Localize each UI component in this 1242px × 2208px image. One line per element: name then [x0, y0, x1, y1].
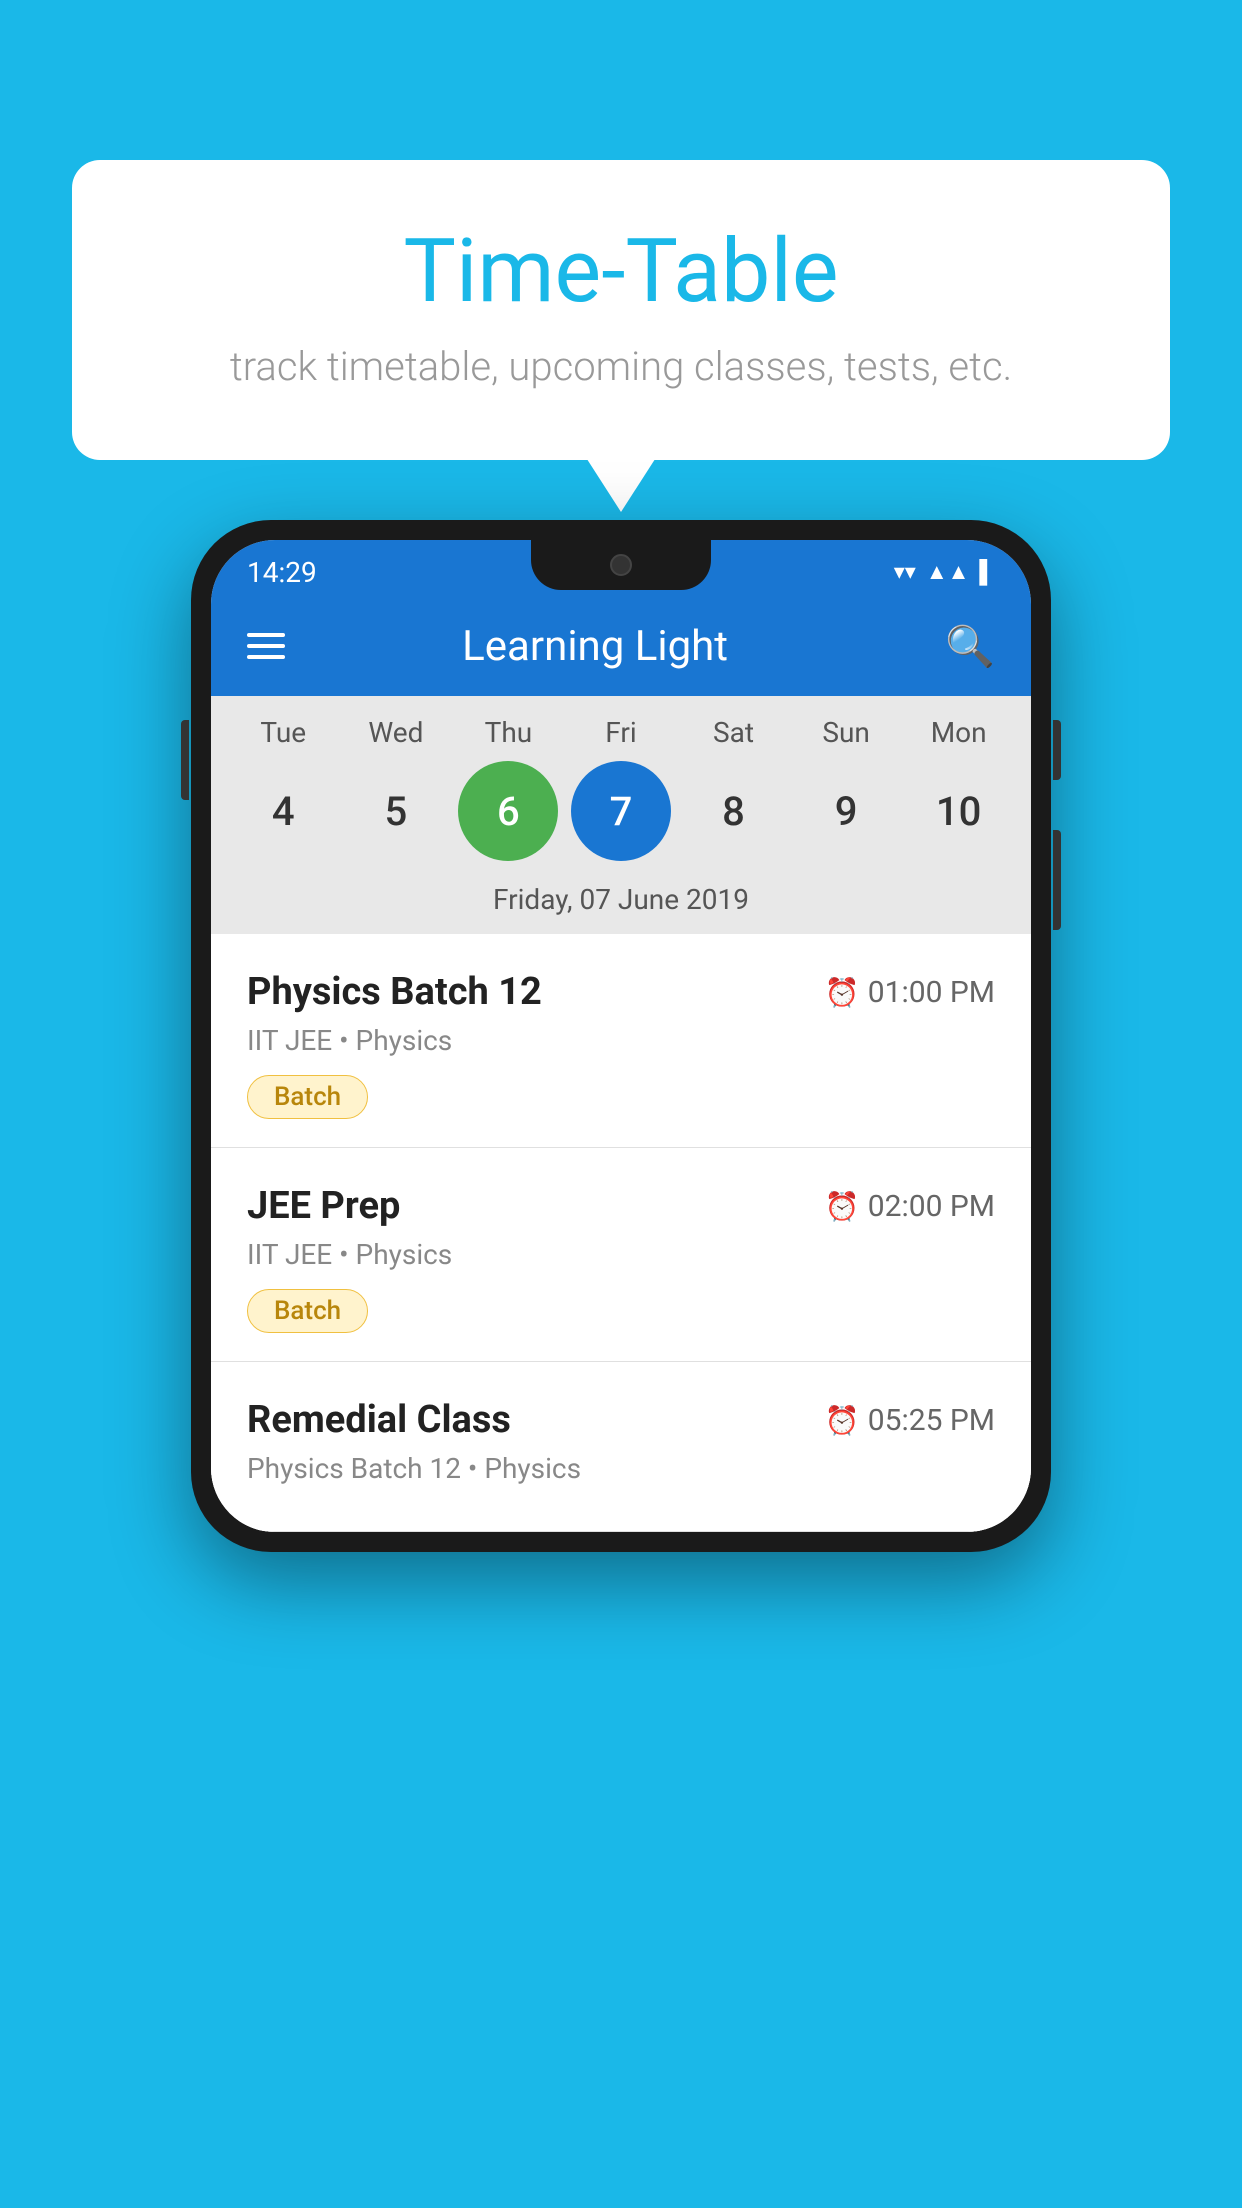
day-headers: Tue Wed Thu Fri Sat Sun Mon — [211, 716, 1031, 749]
bubble-title: Time-Table — [132, 220, 1110, 323]
speech-bubble: Time-Table track timetable, upcoming cla… — [72, 160, 1170, 460]
clock-icon-2: ⏰ — [825, 1190, 860, 1223]
item-1-time: ⏰ 01:00 PM — [825, 975, 995, 1010]
item-3-title: Remedial Class — [247, 1398, 511, 1442]
signal-icon: ▲▲ — [926, 559, 970, 585]
day-6-today[interactable]: 6 — [458, 761, 558, 861]
app-header: Learning Light 🔍 — [211, 596, 1031, 696]
schedule-item-2: JEE Prep ⏰ 02:00 PM IIT JEE • Physics Ba… — [211, 1148, 1031, 1362]
app-title: Learning Light — [245, 622, 945, 671]
search-button[interactable]: 🔍 — [945, 623, 995, 670]
day-4[interactable]: 4 — [233, 761, 333, 861]
wifi-icon: ▾▾ — [894, 560, 916, 585]
item-2-subtitle: IIT JEE • Physics — [247, 1238, 995, 1271]
day-10[interactable]: 10 — [909, 761, 1009, 861]
schedule-item-3: Remedial Class ⏰ 05:25 PM Physics Batch … — [211, 1362, 1031, 1532]
phone-screen: 14:29 ▾▾ ▲▲ ▌ Learning Light 🔍 Tue — [211, 540, 1031, 1532]
item-3-header: Remedial Class ⏰ 05:25 PM — [247, 1398, 995, 1442]
item-3-time: ⏰ 05:25 PM — [825, 1403, 995, 1438]
day-header-wed: Wed — [346, 716, 446, 749]
schedule-list: Physics Batch 12 ⏰ 01:00 PM IIT JEE • Ph… — [211, 934, 1031, 1532]
day-header-fri: Fri — [571, 716, 671, 749]
item-1-title: Physics Batch 12 — [247, 970, 542, 1014]
volume-button — [181, 720, 189, 800]
status-time: 14:29 — [247, 556, 317, 589]
day-numbers: 4 5 6 7 8 9 10 — [211, 749, 1031, 873]
day-5[interactable]: 5 — [346, 761, 446, 861]
clock-icon-1: ⏰ — [825, 976, 860, 1009]
selected-date: Friday, 07 June 2019 — [211, 873, 1031, 934]
item-2-title: JEE Prep — [247, 1184, 400, 1228]
bubble-subtitle: track timetable, upcoming classes, tests… — [132, 343, 1110, 390]
day-header-mon: Mon — [909, 716, 1009, 749]
day-9[interactable]: 9 — [796, 761, 896, 861]
day-8[interactable]: 8 — [684, 761, 784, 861]
calendar-strip: Tue Wed Thu Fri Sat Sun Mon 4 5 6 7 8 9 … — [211, 696, 1031, 934]
batch-badge-1: Batch — [247, 1075, 368, 1119]
day-header-sun: Sun — [796, 716, 896, 749]
schedule-item-1: Physics Batch 12 ⏰ 01:00 PM IIT JEE • Ph… — [211, 934, 1031, 1148]
item-2-header: JEE Prep ⏰ 02:00 PM — [247, 1184, 995, 1228]
phone-notch — [531, 540, 711, 590]
item-2-time: ⏰ 02:00 PM — [825, 1189, 995, 1224]
day-header-sat: Sat — [684, 716, 784, 749]
day-header-thu: Thu — [458, 716, 558, 749]
item-1-subtitle: IIT JEE • Physics — [247, 1024, 995, 1057]
item-3-subtitle: Physics Batch 12 • Physics — [247, 1452, 995, 1485]
day-7-selected[interactable]: 7 — [571, 761, 671, 861]
status-icons: ▾▾ ▲▲ ▌ — [894, 559, 995, 585]
phone-frame: 14:29 ▾▾ ▲▲ ▌ Learning Light 🔍 Tue — [191, 520, 1051, 1552]
power-button — [1053, 720, 1061, 780]
phone-wrapper: 14:29 ▾▾ ▲▲ ▌ Learning Light 🔍 Tue — [191, 520, 1051, 1552]
item-1-header: Physics Batch 12 ⏰ 01:00 PM — [247, 970, 995, 1014]
camera-icon — [610, 554, 632, 576]
volume-down-button — [1053, 830, 1061, 930]
clock-icon-3: ⏰ — [825, 1404, 860, 1437]
day-header-tue: Tue — [233, 716, 333, 749]
battery-icon: ▌ — [979, 559, 995, 585]
batch-badge-2: Batch — [247, 1289, 368, 1333]
